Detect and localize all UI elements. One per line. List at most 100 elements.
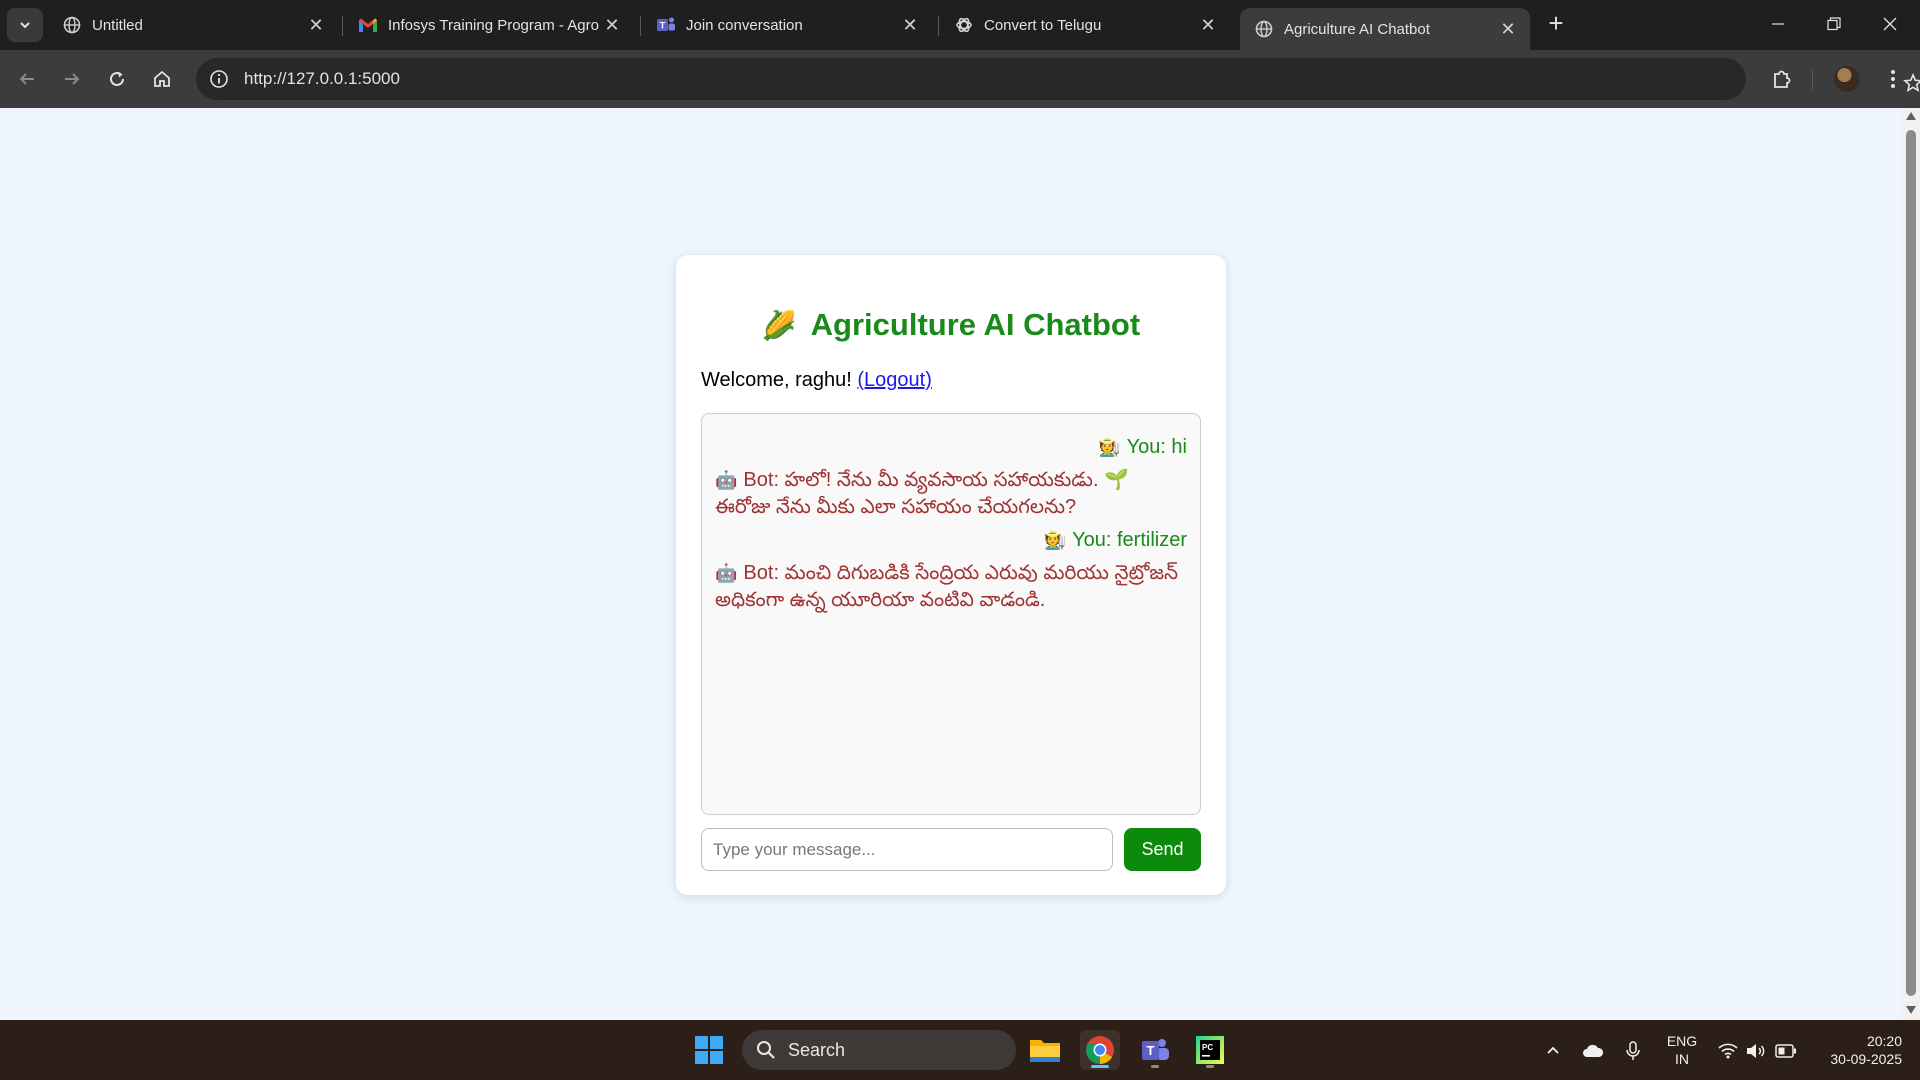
farmer-icon: 🧑‍🌾: [1098, 437, 1121, 457]
svg-text:T: T: [1147, 1043, 1155, 1058]
battery-icon[interactable]: [1773, 1038, 1799, 1064]
onedrive-icon[interactable]: [1580, 1038, 1606, 1064]
scrollbar-thumb[interactable]: [1906, 130, 1916, 996]
close-icon[interactable]: ✕: [602, 15, 622, 35]
tab-title: Infosys Training Program - Agro: [388, 16, 599, 34]
extensions-button[interactable]: [1765, 62, 1799, 96]
close-icon[interactable]: ✕: [900, 15, 920, 35]
taskbar-search[interactable]: Search: [742, 1030, 1016, 1070]
chrome-icon[interactable]: [1080, 1030, 1120, 1070]
close-window-button[interactable]: [1870, 10, 1910, 38]
page-title-text: Agriculture AI Chatbot: [810, 307, 1141, 342]
browser-menu-button[interactable]: [1878, 62, 1908, 96]
restore-button[interactable]: [1814, 10, 1854, 38]
tab-join-conversation[interactable]: T Join conversation ✕: [642, 8, 932, 42]
url-text: http://127.0.0.1:5000: [244, 69, 400, 88]
tab-infosys-training[interactable]: Infosys Training Program - Agro ✕: [344, 8, 634, 42]
toolbar-divider: [1812, 70, 1813, 90]
wifi-icon[interactable]: [1715, 1038, 1741, 1064]
puzzle-icon: [1774, 70, 1791, 88]
tab-untitled[interactable]: Untitled ✕: [48, 8, 338, 42]
message-text: Bot: హలో! నేను మీ వ్యవసాయ సహాయకుడు. 🌱 ఈర…: [715, 469, 1129, 518]
welcome-line: Welcome, raghu! (Logout): [701, 369, 932, 392]
minimize-button[interactable]: [1758, 10, 1798, 38]
tab-search-button[interactable]: [7, 8, 43, 42]
globe-icon: [1254, 19, 1274, 39]
bot-message: 🤖 Bot: మంచి దిగుబడికి సేంద్రియ ఎరువు మరియ…: [715, 560, 1187, 614]
tab-separator: [938, 16, 939, 36]
home-button[interactable]: [145, 62, 179, 96]
gmail-icon: [358, 15, 378, 35]
tab-title: Untitled: [92, 16, 143, 34]
restore-icon: [1827, 17, 1841, 31]
tab-agriculture-chatbot[interactable]: Agriculture AI Chatbot ✕: [1240, 8, 1530, 50]
scroll-down-icon[interactable]: [1906, 1006, 1916, 1014]
system-clock[interactable]: 20:20 30-09-2025: [1812, 1032, 1902, 1068]
message-text: You: fertilizer: [1072, 529, 1187, 551]
file-explorer-icon[interactable]: [1025, 1030, 1065, 1070]
teams-icon[interactable]: T: [1135, 1030, 1175, 1070]
input-language-indicator[interactable]: ENG IN: [1662, 1032, 1702, 1068]
close-icon: [1883, 17, 1897, 31]
chat-history[interactable]: 🧑‍🌾 You: hi 🤖 Bot: హలో! నేను మీ వ్యవసాయ సహ…: [701, 413, 1201, 815]
forward-button[interactable]: [55, 62, 89, 96]
tab-convert-to-telugu[interactable]: Convert to Telugu ✕: [940, 8, 1230, 42]
pycharm-icon[interactable]: PC: [1190, 1030, 1230, 1070]
profile-avatar[interactable]: [1834, 66, 1860, 92]
tab-separator: [342, 16, 343, 36]
arrow-right-icon: [65, 73, 80, 85]
clock-date: 30-09-2025: [1830, 1051, 1902, 1067]
page-scrollbar[interactable]: [1902, 108, 1920, 1020]
teams-icon: T: [656, 15, 676, 35]
corn-icon: 🌽: [761, 309, 797, 341]
browser-tab-strip: Untitled ✕ Infosys Training Program - Ag…: [0, 0, 1920, 50]
running-indicator: [1151, 1065, 1159, 1068]
close-icon[interactable]: ✕: [1498, 19, 1518, 39]
message-text: Bot: మంచి దిగుబడికి సేంద్రియ ఎరువు మరియు…: [715, 562, 1178, 611]
address-bar[interactable]: http://127.0.0.1:5000: [196, 58, 1920, 100]
farmer-icon: 🧑‍🌾: [1043, 530, 1067, 550]
tab-title: Agriculture AI Chatbot: [1284, 20, 1430, 38]
send-button[interactable]: Send: [1124, 828, 1201, 871]
bot-message: 🤖 Bot: హలో! నేను మీ వ్యవసాయ సహాయకుడు. 🌱 ఈ…: [715, 467, 1187, 521]
message-text: You: hi: [1126, 436, 1187, 458]
user-message: 🧑‍🌾 You: fertilizer: [715, 527, 1187, 554]
page-title: 🌽 Agriculture AI Chatbot: [676, 307, 1226, 343]
active-indicator: [1091, 1065, 1109, 1068]
welcome-text: Welcome, raghu!: [701, 369, 852, 391]
scroll-up-icon[interactable]: [1906, 112, 1916, 120]
windows-start-icon[interactable]: [689, 1030, 729, 1070]
browser-toolbar: http://127.0.0.1:5000: [0, 50, 1920, 108]
user-message: 🧑‍🌾 You: hi: [715, 434, 1187, 461]
windows-taskbar: Search T PC ENG IN 20:20 30-09-2025: [0, 1020, 1920, 1080]
close-icon[interactable]: ✕: [306, 15, 326, 35]
robot-icon: 🤖: [715, 563, 738, 583]
language-code: ENG: [1666, 1033, 1698, 1049]
reload-button[interactable]: [100, 62, 134, 96]
more-vertical-icon: [1891, 70, 1895, 88]
new-tab-button[interactable]: +: [1542, 10, 1570, 38]
close-icon[interactable]: ✕: [1198, 15, 1218, 35]
back-button[interactable]: [10, 62, 44, 96]
search-label: Search: [788, 1039, 846, 1060]
minimize-icon: [1772, 23, 1784, 25]
reload-icon: [110, 71, 124, 86]
svg-text:PC: PC: [1202, 1043, 1213, 1052]
language-region: IN: [1675, 1051, 1689, 1067]
logout-link[interactable]: (Logout): [857, 369, 932, 391]
robot-icon: 🤖: [715, 470, 738, 490]
arrow-left-icon: [19, 73, 34, 85]
message-input[interactable]: [701, 828, 1113, 871]
globe-icon: [62, 15, 82, 35]
home-icon: [154, 70, 170, 87]
site-info-icon[interactable]: [204, 64, 234, 94]
svg-text:T: T: [660, 21, 666, 31]
chatbot-card: 🌽 Agriculture AI Chatbot Welcome, raghu!…: [676, 255, 1226, 895]
chevron-up-icon[interactable]: [1540, 1038, 1566, 1064]
clock-time: 20:20: [1866, 1033, 1902, 1049]
volume-icon[interactable]: [1743, 1038, 1769, 1064]
running-indicator: [1206, 1065, 1214, 1068]
openai-icon: [954, 15, 974, 35]
microphone-icon[interactable]: [1620, 1038, 1646, 1064]
message-composer: Send: [701, 828, 1201, 872]
